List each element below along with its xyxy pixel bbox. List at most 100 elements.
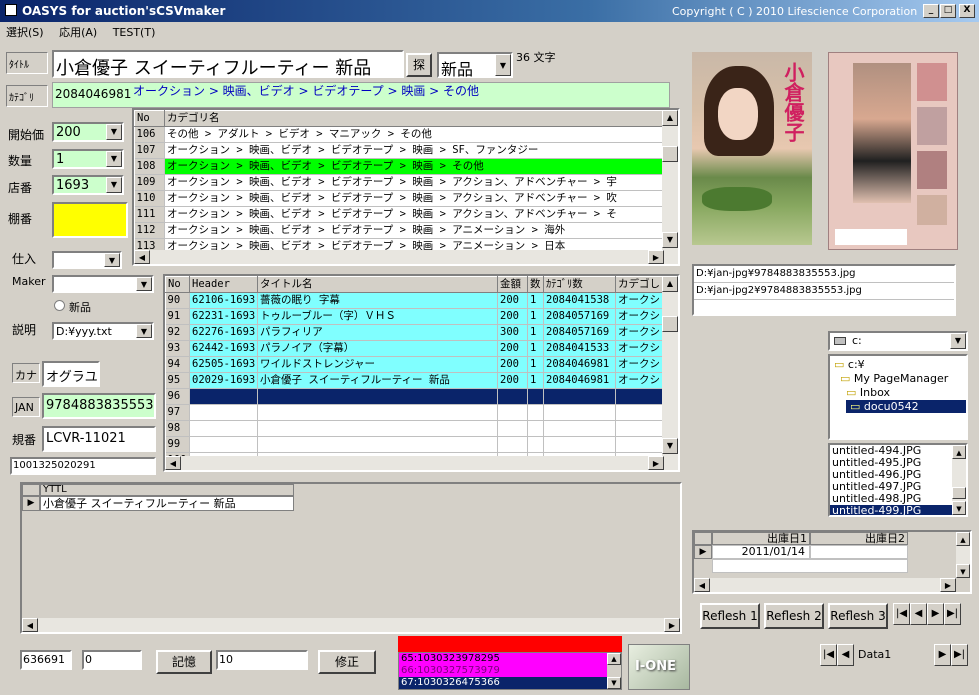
- menu-test[interactable]: TEST(T): [107, 24, 162, 41]
- category-row-no[interactable]: 112: [134, 222, 165, 239]
- category-row-name[interactable]: オークション > 映画、ビデオ > ビデオテープ > 映画 > アクション、アド…: [164, 206, 664, 223]
- minimize-button[interactable]: _: [923, 4, 939, 18]
- category-hscrollbar[interactable]: ◀ ▶: [134, 250, 664, 264]
- items-cell-title[interactable]: [257, 388, 498, 405]
- folder-item-root[interactable]: ▭ c:¥: [834, 358, 865, 371]
- items-cell-header[interactable]: 02029-1693: [189, 372, 258, 389]
- items-cell-category[interactable]: [615, 388, 665, 405]
- items-cell-title[interactable]: 小倉優子 スイーティフルーティー 新品: [257, 372, 498, 389]
- prev-record-icon[interactable]: ◀: [910, 603, 927, 625]
- chevron-down-icon[interactable]: ▼: [106, 124, 122, 140]
- category-row[interactable]: 109 オークション > 映画、ビデオ > ビデオテープ > 映画 > アクション…: [134, 174, 664, 191]
- ship-hscrollbar[interactable]: ◀ ▶: [694, 578, 956, 592]
- scroll-up-icon[interactable]: ▲: [956, 532, 970, 546]
- items-cell-catid[interactable]: 2084057169: [543, 324, 616, 341]
- bottom-field-3[interactable]: 10: [216, 650, 308, 670]
- items-cell-qty[interactable]: 1: [527, 292, 544, 309]
- category-row[interactable]: 108 オークション > 映画、ビデオ > ビデオテープ > 映画 > その他: [134, 158, 664, 175]
- items-cell-header[interactable]: 62231-1693: [189, 308, 258, 325]
- items-row[interactable]: 93 62442-1693 パラノイア（字幕） 200 1 2084041533 オークシ: [165, 340, 665, 357]
- scroll-right-icon[interactable]: ▶: [940, 578, 956, 592]
- category-row[interactable]: 110 オークション > 映画、ビデオ > ビデオテープ > 映画 > アクション…: [134, 190, 664, 207]
- desc-file-select[interactable]: D:¥yyy.txt ▼: [52, 322, 154, 340]
- scroll-down-icon[interactable]: ▼: [956, 564, 970, 578]
- items-cell-catid[interactable]: [543, 388, 616, 405]
- file-list-scrollbar[interactable]: ▲ ▼: [952, 445, 966, 515]
- items-cell-price[interactable]: 300: [497, 324, 528, 341]
- bottom-field-2[interactable]: 0: [82, 650, 142, 670]
- bottom-field-1[interactable]: 636691: [20, 650, 72, 670]
- id-list-scrollbar[interactable]: ▲ ▼: [607, 653, 621, 689]
- items-cell-price[interactable]: [497, 436, 528, 453]
- category-row[interactable]: 111 オークション > 映画、ビデオ > ビデオテープ > 映画 > アクション…: [134, 206, 664, 223]
- scroll-left-icon[interactable]: ◀: [22, 618, 38, 632]
- search-button[interactable]: 探: [406, 53, 432, 77]
- next-record-icon[interactable]: ▶: [934, 644, 951, 666]
- id-list-item[interactable]: 65:1030323978295: [399, 653, 621, 665]
- chevron-down-icon[interactable]: ▼: [495, 54, 511, 76]
- menu-select[interactable]: 選択(S): [0, 22, 50, 42]
- category-row[interactable]: 106 その他 > アダルト > ビデオ > マニアック > その他: [134, 126, 664, 143]
- memory-button[interactable]: 記憶: [156, 650, 212, 674]
- scroll-left-icon[interactable]: ◀: [165, 456, 181, 470]
- items-cell-title[interactable]: 薔薇の眠り 字幕: [257, 292, 498, 309]
- category-row-name[interactable]: その他 > アダルト > ビデオ > マニアック > その他: [164, 126, 664, 143]
- refresh-1-button[interactable]: Reflesh 1: [700, 603, 760, 629]
- items-cell-catid[interactable]: 2084041538: [543, 292, 616, 309]
- items-col-category[interactable]: カデゴし: [615, 276, 665, 293]
- category-row-name[interactable]: オークション > 映画、ビデオ > ビデオテープ > 映画 > アクション、アド…: [164, 190, 664, 207]
- last-record-icon[interactable]: ▶|: [951, 644, 968, 666]
- scroll-up-icon[interactable]: ▲: [662, 110, 678, 126]
- items-cell-header[interactable]: 62276-1693: [189, 324, 258, 341]
- folder-item-docu[interactable]: ▭ docu0542: [846, 400, 966, 413]
- items-col-qty[interactable]: 数: [527, 276, 544, 293]
- kana-input[interactable]: オグラユ: [42, 361, 100, 387]
- id-list-item[interactable]: 67:1030326475366: [399, 677, 621, 689]
- items-cell-no[interactable]: 98: [165, 420, 190, 437]
- items-cell-price[interactable]: [497, 388, 528, 405]
- folder-item-inbox[interactable]: ▭ Inbox: [846, 386, 890, 399]
- drive-select[interactable]: c: ▼: [828, 331, 968, 351]
- items-cell-header[interactable]: [189, 420, 258, 437]
- scroll-left-icon[interactable]: ◀: [694, 578, 710, 592]
- category-row-name[interactable]: オークション > 映画、ビデオ > ビデオテープ > 映画 > アニメーション …: [164, 222, 664, 239]
- items-col-no[interactable]: No: [165, 276, 190, 293]
- items-cell-no[interactable]: 91: [165, 308, 190, 325]
- items-row[interactable]: 98: [165, 420, 665, 437]
- items-cell-title[interactable]: [257, 404, 498, 421]
- category-col-name[interactable]: カデゴリ名: [164, 110, 664, 127]
- items-cell-price[interactable]: [497, 404, 528, 421]
- category-row-no[interactable]: 107: [134, 142, 165, 159]
- items-cell-qty[interactable]: [527, 420, 544, 437]
- items-cell-no[interactable]: 93: [165, 340, 190, 357]
- items-cell-catid[interactable]: [543, 404, 616, 421]
- start-price-select[interactable]: 200 ▼: [52, 122, 124, 142]
- items-cell-header[interactable]: 62505-1693: [189, 356, 258, 373]
- items-cell-price[interactable]: 200: [497, 372, 528, 389]
- items-cell-catid[interactable]: 2084057169: [543, 308, 616, 325]
- category-row-no[interactable]: 108: [134, 158, 165, 175]
- scroll-down-icon[interactable]: ▼: [662, 438, 678, 454]
- category-row-name[interactable]: オークション > 映画、ビデオ > ビデオテープ > 映画 > アクション、アド…: [164, 174, 664, 191]
- fix-button[interactable]: 修正: [318, 650, 376, 674]
- image-path-list[interactable]: D:¥jan-jpg¥9784883835553.jpg D:¥jan-jpg2…: [692, 264, 956, 316]
- ship-cell-1[interactable]: 2011/01/14: [712, 545, 810, 559]
- scroll-down-icon[interactable]: ▼: [952, 501, 966, 515]
- scroll-right-icon[interactable]: ▶: [648, 456, 664, 470]
- scroll-down-icon[interactable]: ▼: [607, 677, 621, 689]
- items-cell-title[interactable]: [257, 420, 498, 437]
- items-cell-price[interactable]: 200: [497, 356, 528, 373]
- chevron-down-icon[interactable]: ▼: [106, 177, 122, 193]
- store-select[interactable]: 1693 ▼: [52, 175, 124, 195]
- items-row[interactable]: 95 02029-1693 小倉優子 スイーティフルーティー 新品 200 1 20840…: [165, 372, 665, 389]
- items-cell-catid[interactable]: 2084046981: [543, 372, 616, 389]
- category-scrollbar[interactable]: ▲ ▼: [662, 110, 678, 264]
- scroll-up-icon[interactable]: ▲: [662, 276, 678, 292]
- file-list[interactable]: untitled-494.JPG untitled-495.JPG untitl…: [828, 443, 968, 517]
- maximize-button[interactable]: □: [940, 4, 956, 18]
- ship-vscrollbar[interactable]: ▲ ▼: [956, 532, 970, 578]
- items-cell-category[interactable]: オークシ: [615, 292, 665, 309]
- folder-tree[interactable]: ▭ c:¥ ▭ My PageManager ▭ Inbox ▭ docu054…: [828, 354, 968, 440]
- items-row[interactable]: 90 62106-1693 薔薇の眠り 字幕 200 1 2084041538 オークシ: [165, 292, 665, 309]
- items-cell-qty[interactable]: 1: [527, 308, 544, 325]
